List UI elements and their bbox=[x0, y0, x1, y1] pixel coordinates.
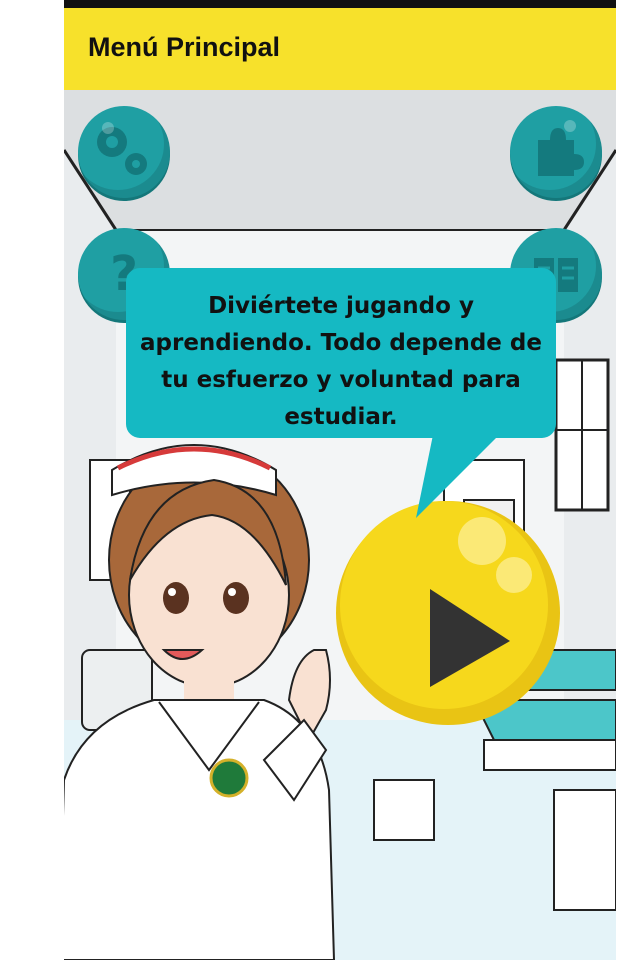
app-bar: Menú Principal bbox=[64, 8, 616, 90]
status-bar bbox=[64, 0, 616, 8]
play-button[interactable] bbox=[332, 497, 564, 729]
play-icon bbox=[336, 501, 560, 725]
gears-icon bbox=[97, 122, 147, 175]
puzzle-button[interactable] bbox=[510, 106, 602, 198]
page-title: Menú Principal bbox=[88, 32, 281, 62]
speech-bubble: Diviértete jugando y aprendiendo. Todo d… bbox=[126, 268, 556, 438]
phone-screen: Menú Principal ? Diviértete jugando y ap… bbox=[64, 0, 616, 960]
speech-bubble-tail bbox=[416, 430, 504, 518]
speech-bubble-text: Diviértete jugando y aprendiendo. Todo d… bbox=[140, 293, 542, 430]
settings-button[interactable] bbox=[78, 106, 170, 198]
puzzle-icon bbox=[538, 120, 584, 176]
